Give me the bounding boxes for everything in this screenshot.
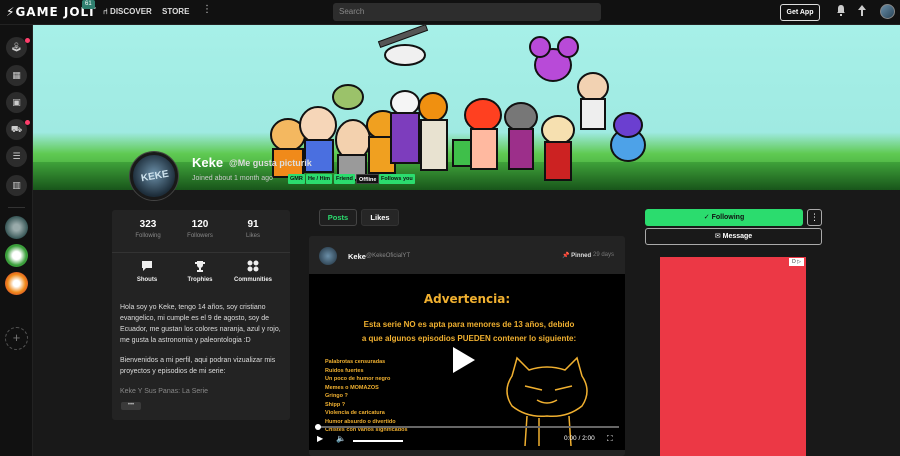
tag-friend: Friend <box>334 174 355 184</box>
profile-avatar[interactable]: KEKE <box>130 152 178 200</box>
video-time: 0:00 / 2:00 <box>564 435 595 442</box>
profile-joined-date: Joined about 1 month ago <box>192 175 273 182</box>
bio-paragraph: Hola soy yo Keke, tengo 14 años, soy cri… <box>120 304 281 344</box>
top-navbar: ⚡GAME JOLT 61 ⑁ DISCOVER STORE ⋮ Search … <box>0 0 900 25</box>
backpack-icon: ▣ <box>12 97 21 107</box>
get-app-button[interactable]: Get App <box>780 4 820 21</box>
video-progress-bar[interactable] <box>315 426 619 428</box>
sidebar-library-button[interactable]: ▥ <box>6 175 27 196</box>
post-timestamp: 29 days <box>593 252 615 258</box>
chat-icon <box>122 260 172 274</box>
nav-discover[interactable]: ⑁ DISCOVER <box>103 7 152 16</box>
nav-store[interactable]: STORE <box>162 7 189 16</box>
activity-icon[interactable] <box>857 5 867 19</box>
community-avatar[interactable] <box>5 244 28 267</box>
video-player[interactable]: Advertencia: Esta serie NO es apta para … <box>309 274 625 450</box>
video-progress-handle[interactable] <box>315 424 321 430</box>
tab-likes[interactable]: Likes <box>361 209 399 226</box>
add-community-button[interactable]: + <box>5 327 28 350</box>
video-warning-line: Esta serie NO es apta para menores de 13… <box>363 320 575 329</box>
notification-count-badge: 61 <box>82 0 95 9</box>
sidebar-store-button[interactable]: ▦ <box>6 65 27 86</box>
tag-offline: Offline <box>356 174 380 184</box>
stat-likes[interactable]: 91 Likes <box>228 219 278 239</box>
profile-name: Keke <box>192 155 224 170</box>
pinned-label: 📌 Pinned <box>562 253 592 259</box>
bio-paragraph: Bienvenidos a mi perfil, aqui podran viz… <box>120 357 276 375</box>
notification-dot <box>25 38 30 43</box>
pin-icon: 📌 <box>562 253 570 259</box>
bio-expand-button[interactable]: ••• <box>121 402 141 410</box>
joystick-icon: 🕹 <box>10 42 23 52</box>
video-warning-list: Palabrotas censuradas Ruidos fuertes Un … <box>325 359 408 433</box>
pinned-post: Keke @KekeOficialYT 📌 Pinned 29 days Adv… <box>309 236 625 456</box>
volume-icon[interactable]: 🔈 <box>336 434 346 443</box>
tag-pronouns: He / Him <box>306 174 333 184</box>
trophies-button[interactable]: Trophies <box>175 260 225 283</box>
card-divider <box>112 252 290 253</box>
bell-icon[interactable] <box>836 5 846 19</box>
sidebar-home-button[interactable]: 🕹 <box>6 37 30 58</box>
video-warning-line: a que algunos episodios PUEDEN contener … <box>361 334 577 343</box>
check-icon: ✓ <box>703 214 710 221</box>
sidebar-backpack-button[interactable]: ▣ <box>6 92 27 113</box>
stat-following[interactable]: 323 Following <box>123 219 173 239</box>
bio-series-link[interactable]: Keke Y Sus Panas: La Serie <box>120 386 284 397</box>
notification-dot <box>25 120 30 125</box>
video-title-text: Advertencia: <box>423 292 511 306</box>
library-icon: ▥ <box>12 180 21 190</box>
ad-choices-badge[interactable]: D ▷ <box>789 258 804 266</box>
message-button[interactable]: ✉ Message <box>645 228 822 245</box>
stat-followers[interactable]: 120 Followers <box>175 219 225 239</box>
sidebar-cart-button[interactable]: ⛟ <box>6 119 30 140</box>
volume-slider[interactable] <box>353 440 403 442</box>
tag-follows-you: Follows you <box>379 174 415 184</box>
message-icon: ✉ <box>714 233 721 240</box>
shouts-button[interactable]: Shouts <box>122 260 172 283</box>
trophy-icon <box>175 260 225 274</box>
post-author-handle[interactable]: @KekeOficialYT <box>366 253 410 259</box>
cat-drawing <box>506 356 588 446</box>
play-button-icon[interactable]: ▶ <box>317 434 323 443</box>
discover-icon: ⑁ <box>103 7 108 16</box>
profile-username: @Me gusta picturik <box>229 158 312 168</box>
sidebar-chat-button[interactable]: ☰ <box>6 146 27 167</box>
tab-posts[interactable]: Posts <box>319 209 357 226</box>
search-input[interactable]: Search <box>333 3 601 21</box>
play-icon[interactable] <box>453 347 475 373</box>
community-avatar[interactable] <box>5 272 28 295</box>
profile-info-card: 323 Following 120 Followers 91 Likes Shouts… <box>112 210 290 420</box>
cart-icon: ⛟ <box>10 123 23 134</box>
tag-gmr: GMR <box>288 174 305 184</box>
fullscreen-icon[interactable]: ⛶ <box>607 434 613 444</box>
store-icon: ▦ <box>12 70 21 80</box>
post-author-avatar[interactable] <box>319 247 337 265</box>
community-avatar[interactable] <box>5 216 28 239</box>
profile-options-button[interactable]: ⋮ <box>807 209 822 226</box>
ad-banner[interactable] <box>660 257 806 456</box>
chat-icon: ☰ <box>12 151 21 161</box>
profile-bio: Hola soy yo Keke, tengo 14 años, soy cri… <box>120 302 284 406</box>
user-avatar[interactable] <box>880 4 895 19</box>
communities-button[interactable]: Communities <box>228 260 278 283</box>
left-sidebar: 🕹 ▦ ▣ ⛟ ☰ ▥ + <box>0 25 33 456</box>
sidebar-divider <box>8 207 25 208</box>
more-menu-icon[interactable]: ⋮ <box>202 4 212 15</box>
following-button[interactable]: ✓ Following <box>645 209 803 226</box>
communities-icon <box>228 260 278 274</box>
post-author-name[interactable]: Keke <box>348 252 366 261</box>
